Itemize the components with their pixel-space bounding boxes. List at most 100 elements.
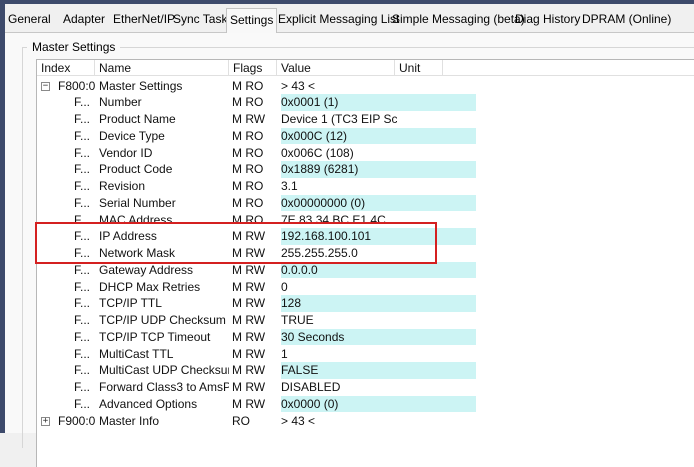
table-row[interactable]: F... Forward Class3 to AmsP... M RW DISABLE… [37, 379, 694, 396]
header-name[interactable]: Name [95, 60, 229, 76]
cell-value: 3.1 [281, 179, 298, 193]
cell-index: F... [74, 363, 91, 378]
cell-flags: M RO [232, 162, 264, 177]
table-row[interactable]: F... Network Mask M RW 255.255.255.0 [37, 245, 694, 262]
cell-flags: M RO [232, 195, 264, 210]
cell-name: Gateway Address [99, 262, 194, 277]
tab-simple-messaging[interactable]: Simple Messaging (beta) [389, 12, 528, 32]
settings-tree-grid[interactable]: Index Name Flags Value Unit − F800:0 Maste… [36, 59, 694, 467]
cell-index: F800:0 [58, 78, 96, 93]
expand-icon[interactable]: + [41, 416, 50, 426]
cell-value: FALSE [281, 363, 319, 378]
cell-name: Revision [99, 179, 146, 193]
tab-explicit-messaging-list[interactable]: Explicit Messaging List [275, 12, 402, 32]
cell-flags: M RW [232, 380, 266, 394]
cell-value: 0 [281, 279, 288, 294]
cell-name: Product Code [99, 162, 173, 177]
cell-name: TCP/IP UDP Checksum [99, 313, 226, 327]
cell-index: F... [74, 329, 91, 344]
cell-value: 7E 83 34 BC E1 4C [281, 212, 386, 227]
cell-flags: M RW [232, 396, 266, 411]
table-row[interactable]: F... Product Name M RW Device 1 (TC3 EIP Sc… [37, 111, 694, 128]
cell-index: F... [74, 112, 91, 126]
cell-index: F... [74, 279, 91, 294]
cell-value: > 43 < [281, 413, 316, 428]
cell-value: 0x006C (108) [281, 145, 354, 160]
tab-general[interactable]: General [5, 12, 54, 32]
table-row[interactable]: − F800:0 Master Settings M RO > 43 < [37, 78, 694, 95]
cell-index: F... [74, 262, 91, 277]
cell-index: F... [74, 145, 91, 160]
cell-flags: M RW [232, 279, 266, 294]
cell-flags: M RW [232, 313, 266, 327]
table-row[interactable]: F... Vendor ID M RO 0x006C (108) [37, 145, 694, 162]
cell-value: Device 1 (TC3 EIP Sc... [281, 112, 397, 126]
table-row[interactable]: F... Serial Number M RO 0x00000000 (0) [37, 194, 694, 212]
cell-name: Vendor ID [99, 145, 153, 160]
cell-name: MultiCast UDP Checksum [99, 363, 229, 378]
header-value[interactable]: Value [277, 60, 395, 76]
collapse-icon[interactable]: − [41, 81, 50, 91]
cell-index: F... [74, 212, 91, 227]
cell-value: 30 Seconds [281, 329, 345, 344]
cell-name: Master Settings [99, 78, 183, 93]
cell-name: MultiCast TTL [99, 346, 174, 361]
table-row[interactable]: F... MultiCast TTL M RW 1 [37, 346, 694, 363]
cell-flags: M RW [232, 262, 266, 277]
table-row[interactable]: F... TCP/IP UDP Checksum M RW TRUE [37, 312, 694, 329]
cell-index: F... [74, 396, 91, 411]
cell-name: Device Type [99, 128, 165, 143]
header-flags[interactable]: Flags [229, 60, 277, 76]
cell-name: Product Name [99, 112, 176, 126]
cell-value: TRUE [281, 313, 314, 327]
table-row[interactable]: F... Advanced Options M RW 0x0000 (0) [37, 395, 694, 413]
cell-flags: M RW [232, 112, 266, 126]
table-row[interactable]: F... Revision M RO 3.1 [37, 178, 694, 195]
table-row[interactable]: F... DHCP Max Retries M RW 0 [37, 279, 694, 296]
cell-index: F... [74, 195, 91, 210]
cell-index: F... [74, 296, 91, 311]
cell-name: Forward Class3 to AmsP... [99, 380, 229, 394]
cell-flags: M RO [232, 95, 264, 110]
cell-flags: RO [232, 413, 250, 428]
tab-diag-history[interactable]: Diag History [512, 12, 583, 32]
table-row[interactable]: F... Gateway Address M RW 0.0.0.0 [37, 261, 694, 279]
header-unit[interactable]: Unit [395, 60, 443, 76]
cell-flags: M RW [232, 346, 266, 361]
cell-flags: M RW [232, 229, 266, 244]
cell-name: Advanced Options [99, 396, 198, 411]
cell-value: > 43 < [281, 78, 316, 93]
cell-value: 255.255.255.0 [281, 246, 358, 260]
cell-name: TCP/IP TTL [99, 296, 162, 311]
tab-bar: General Adapter EtherNet/IP Sync Task Se… [5, 4, 694, 33]
cell-flags: M RW [232, 363, 266, 378]
cell-value: 1 [281, 346, 288, 361]
cell-flags: M RO [232, 179, 264, 193]
cell-flags: M RO [232, 128, 264, 143]
table-row[interactable]: F... Product Code M RO 0x1889 (6281) [37, 161, 694, 178]
table-row[interactable]: F... TCP/IP TCP Timeout M RW 30 Seconds [37, 328, 694, 346]
tab-ethernetip[interactable]: EtherNet/IP [110, 12, 178, 32]
header-index[interactable]: Index [37, 60, 95, 76]
tab-dpram-online[interactable]: DPRAM (Online) [579, 12, 674, 32]
table-row[interactable]: + F900:0 Master Info RO > 43 < [37, 413, 694, 430]
cell-value: 128 [281, 296, 302, 311]
cell-value: DISABLED [281, 380, 341, 394]
table-row[interactable]: F... MultiCast UDP Checksum M RW FALSE [37, 362, 694, 379]
cell-name: TCP/IP TCP Timeout [99, 329, 211, 344]
tab-sync-task[interactable]: Sync Task [170, 12, 230, 32]
table-row[interactable]: F... IP Address M RW 192.168.100.101 [37, 228, 694, 245]
cell-flags: M RW [232, 246, 266, 260]
table-row[interactable]: F... Device Type M RO 0x000C (12) [37, 127, 694, 145]
tab-adapter[interactable]: Adapter [60, 12, 108, 32]
table-row[interactable]: F... TCP/IP TTL M RW 128 [37, 295, 694, 312]
cell-flags: M RO [232, 78, 264, 93]
table-row[interactable]: F... MAC Address M RO 7E 83 34 BC E1 4C [37, 212, 694, 229]
grid-header: Index Name Flags Value Unit [37, 60, 694, 77]
cell-name: Master Info [99, 413, 160, 428]
tab-settings[interactable]: Settings [226, 8, 278, 33]
cell-flags: M RO [232, 145, 264, 160]
cell-flags: M RW [232, 329, 266, 344]
cell-index: F... [74, 179, 91, 193]
table-row[interactable]: F... Number M RO 0x0001 (1) [37, 94, 694, 111]
